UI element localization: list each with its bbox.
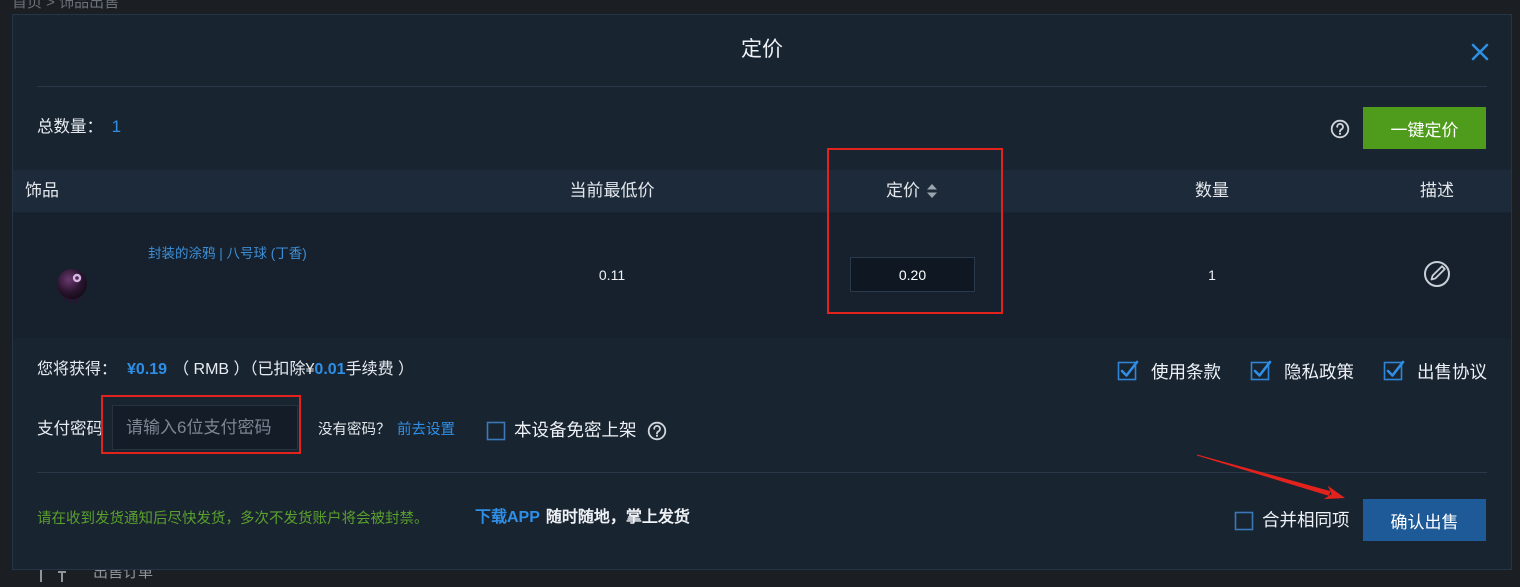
payment-password-label: 支付密码 [37, 420, 103, 438]
question-circle-icon[interactable] [647, 421, 667, 441]
set-password-link[interactable]: 前去设置 [397, 419, 455, 441]
column-quantity-label: 数量 [1195, 181, 1229, 200]
table-row: 封装的涂鸦 | 八号球 (丁香) 0.11 1 [13, 213, 1511, 338]
confirm-sale-button[interactable]: 确认出售 [1363, 499, 1486, 541]
no-password-text: 没有密码？ [318, 422, 391, 438]
column-price[interactable]: 定价 [812, 170, 1012, 212]
terms-of-use-checkbox[interactable] [1117, 359, 1139, 381]
column-lowest-price-label: 当前最低价 [569, 181, 655, 200]
price-input[interactable] [850, 257, 975, 292]
edit-icon[interactable] [1423, 260, 1451, 288]
terms-of-use-link[interactable]: 使用条款 [1151, 360, 1221, 384]
earnings-amount: ¥0.19 [127, 361, 168, 378]
fee-prefix: （已扣除¥ [249, 361, 315, 378]
fee-suffix: 手续费 ） [345, 361, 415, 378]
quantity-value: 1 [1208, 267, 1216, 283]
merge-same-items-checkbox[interactable] [1234, 509, 1256, 531]
pricing-dialog: 定价 总数量： 1 一键定价 饰品 当前最低价 定价 数量 描述 封装的涂鸦 |… [12, 14, 1512, 570]
merge-same-items-label: 合并相同项 [1262, 510, 1350, 530]
privacy-policy-link[interactable]: 隐私政策 [1284, 360, 1354, 384]
close-icon[interactable] [1471, 43, 1489, 61]
table-header: 饰品 当前最低价 定价 数量 描述 [13, 170, 1511, 212]
earnings-summary: 您将获得： ¥0.19 （ RMB ）（已扣除¥0.01手续费 ） [37, 358, 414, 382]
column-item: 饰品 [25, 181, 59, 200]
item-name-link[interactable]: 封装的涂鸦 | 八号球 (丁香) [148, 244, 307, 264]
app-slogan: 随时随地，掌上发货 [545, 509, 690, 526]
app-promo: 下载APP 随时随地，掌上发货 [475, 507, 690, 529]
column-lowest-price: 当前最低价 [512, 170, 712, 212]
sale-agreement-link[interactable]: 出售协议 [1417, 360, 1487, 384]
remember-device-label: 本设备免密上架 [514, 420, 637, 440]
shipping-warning: 请在收到发货通知后尽快发货，多次不发货账户将会被封禁。 [37, 511, 429, 527]
header-divider [37, 86, 1487, 87]
earnings-label: 您将获得： [37, 361, 118, 378]
one-click-price-button[interactable]: 一键定价 [1363, 107, 1486, 149]
column-description-label: 描述 [1420, 181, 1454, 200]
total-quantity: 总数量： 1 [37, 115, 121, 139]
lowest-price-value: 0.11 [598, 267, 626, 283]
column-quantity: 数量 [1112, 170, 1312, 212]
question-circle-icon[interactable] [1330, 119, 1350, 139]
item-thumbnail [50, 263, 94, 307]
earnings-currency: （ RMB ） [173, 361, 250, 378]
column-price-label: 定价 [886, 181, 920, 200]
total-quantity-label: 总数量： [37, 118, 103, 136]
dialog-title: 定价 [741, 38, 783, 61]
download-app-link[interactable]: 下载APP [475, 509, 540, 526]
sort-icon[interactable] [926, 182, 938, 200]
total-quantity-value: 1 [111, 117, 122, 136]
fee-amount: 0.01 [314, 361, 346, 378]
payment-password-input[interactable] [112, 405, 298, 450]
sale-agreement-checkbox[interactable] [1383, 359, 1405, 381]
remember-device-checkbox[interactable] [486, 419, 508, 441]
footer-divider [37, 472, 1487, 473]
breadcrumb: 首页 > 饰品出售 [12, 0, 120, 11]
privacy-policy-checkbox[interactable] [1250, 359, 1272, 381]
column-description: 描述 [1337, 170, 1520, 212]
